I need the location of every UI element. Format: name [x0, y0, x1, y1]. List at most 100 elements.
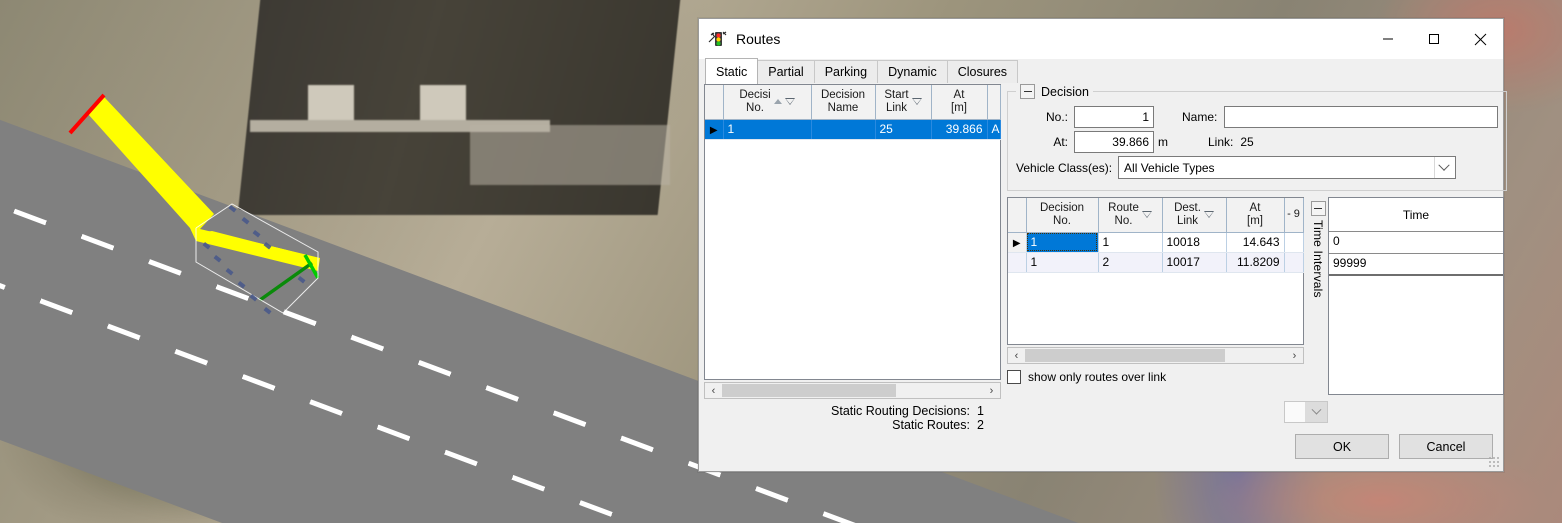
- time-intervals-grid[interactable]: Time 0 99999: [1328, 197, 1504, 395]
- col-start-link[interactable]: Start Link: [875, 85, 932, 120]
- status-summary: Static Routing Decisions: 1 Static Route…: [704, 404, 1001, 432]
- col-decision-no[interactable]: Decisi No.: [723, 85, 812, 120]
- chevron-down-icon[interactable]: [1434, 157, 1454, 178]
- cell-decision-name[interactable]: [811, 119, 876, 140]
- filter-funnel-icon[interactable]: [1141, 210, 1152, 219]
- status-routes-value: 2: [977, 418, 984, 432]
- decision-groupbox-title: Decision: [1041, 84, 1089, 99]
- time-intervals-combo-row: [1284, 401, 1504, 423]
- scroll-track[interactable]: [1025, 348, 1286, 363]
- decision-no-label: No.:: [1045, 110, 1068, 124]
- decision-detail-panel: Decision No.: Name: At: m Link: 25: [1007, 84, 1508, 432]
- resize-grip[interactable]: [1488, 456, 1500, 468]
- col-label-line2: [m]: [1247, 214, 1263, 227]
- decisions-grid-hscrollbar[interactable]: ‹ ›: [704, 382, 1001, 399]
- decisions-grid[interactable]: Decisi No. Decision Name Start Link At […: [704, 84, 1001, 380]
- collapse-time-intervals-button[interactable]: [1310, 201, 1326, 216]
- vehicle-class-row: Vehicle Class(es): All Vehicle Types: [1016, 156, 1498, 179]
- col-route-no[interactable]: Route No.: [1098, 198, 1163, 233]
- col-label-line1: - 9: [1287, 208, 1300, 221]
- cell-partial[interactable]: A: [987, 119, 1001, 140]
- cell-at-m[interactable]: 39.866: [931, 119, 988, 140]
- cell-route-no[interactable]: 2: [1098, 252, 1163, 273]
- routes-panel: Decision No. Route No. Dest. Link At [m]…: [1007, 197, 1304, 423]
- minimize-button[interactable]: [1365, 19, 1411, 59]
- show-only-routes-over-link-checkbox[interactable]: [1007, 370, 1021, 384]
- cell-decision-no[interactable]: 1: [723, 119, 812, 140]
- col-dest-link[interactable]: Dest. Link: [1162, 198, 1227, 233]
- time-intervals-combo[interactable]: [1284, 401, 1328, 423]
- cell-route-no[interactable]: 1: [1098, 232, 1163, 253]
- close-button[interactable]: [1457, 19, 1503, 59]
- routes-grid[interactable]: Decision No. Route No. Dest. Link At [m]…: [1007, 197, 1304, 345]
- cell-dest-link[interactable]: 10017: [1162, 252, 1227, 273]
- decision-at-input[interactable]: [1074, 131, 1154, 153]
- collapse-decision-button[interactable]: [1020, 84, 1035, 99]
- tab-partial[interactable]: Partial: [757, 60, 815, 84]
- col-at-m[interactable]: At [m]: [931, 85, 988, 120]
- filter-funnel-icon[interactable]: [1203, 210, 1214, 219]
- vehicle-class-label: Vehicle Class(es):: [1016, 160, 1113, 175]
- cell-decision-no[interactable]: 1: [1026, 232, 1099, 253]
- routes-grid-hscrollbar[interactable]: ‹ ›: [1007, 347, 1304, 364]
- row-marker: ▶: [1008, 232, 1027, 253]
- scroll-thumb[interactable]: [1025, 349, 1225, 362]
- tab-label: Closures: [957, 65, 1008, 79]
- maximize-button[interactable]: [1411, 19, 1457, 59]
- decision-groupbox: Decision No.: Name: At: m Link: 25: [1007, 84, 1508, 191]
- col-route-decision-no[interactable]: Decision No.: [1026, 198, 1099, 233]
- col-route-partial[interactable]: - 9: [1284, 198, 1304, 233]
- tab-static[interactable]: Static: [705, 58, 759, 84]
- tab-label: Partial: [768, 65, 804, 79]
- table-row[interactable]: 1 2 10017 11.8209: [1008, 252, 1304, 273]
- col-partial[interactable]: [987, 85, 1001, 120]
- row-marker-header: [1008, 198, 1027, 233]
- ok-button[interactable]: OK: [1295, 434, 1389, 459]
- sort-ascending-icon: [773, 99, 782, 105]
- dialog-buttons: OK Cancel: [1295, 434, 1493, 459]
- vehicle-class-select[interactable]: All Vehicle Types: [1118, 156, 1457, 179]
- vehicle-class-value: All Vehicle Types: [1124, 160, 1215, 175]
- filter-funnel-icon[interactable]: [911, 97, 922, 106]
- time-intervals-panel: Time Intervals Time 0 99999: [1284, 197, 1504, 423]
- decisions-grid-header: Decisi No. Decision Name Start Link At […: [705, 85, 1001, 120]
- scroll-left-arrow[interactable]: ‹: [1008, 350, 1025, 362]
- col-label-line2: No.: [746, 101, 764, 114]
- tab-parking[interactable]: Parking: [813, 60, 879, 84]
- scroll-right-arrow[interactable]: ›: [983, 385, 1000, 397]
- dialog-titlebar[interactable]: Routes: [699, 19, 1503, 59]
- tab-closures[interactable]: Closures: [946, 60, 1019, 84]
- tab-label: Parking: [824, 65, 868, 79]
- show-only-routes-over-link-label: show only routes over link: [1028, 370, 1167, 384]
- table-row[interactable]: ▶ 1 25 39.866 A: [705, 119, 1001, 140]
- scroll-thumb[interactable]: [722, 384, 896, 397]
- col-label-line2: No.: [1114, 214, 1133, 227]
- tab-dynamic[interactable]: Dynamic: [877, 60, 948, 84]
- cancel-button[interactable]: Cancel: [1399, 434, 1493, 459]
- scroll-left-arrow[interactable]: ‹: [705, 385, 722, 397]
- cell-partial[interactable]: [1284, 232, 1304, 253]
- filter-funnel-icon[interactable]: [784, 97, 795, 106]
- time-intervals-sidebar: Time Intervals: [1308, 197, 1328, 423]
- col-route-at-m[interactable]: At [m]: [1226, 198, 1285, 233]
- decision-groupbox-legend: Decision: [1016, 84, 1093, 99]
- cell-partial[interactable]: [1284, 252, 1304, 273]
- col-label-line1: Decisi: [739, 88, 771, 101]
- chevron-down-icon[interactable]: [1305, 402, 1327, 422]
- cell-at-m[interactable]: 11.8209: [1226, 252, 1285, 273]
- cell-dest-link[interactable]: 10018: [1162, 232, 1227, 253]
- cell-at-m[interactable]: 14.643: [1226, 232, 1285, 253]
- time-row[interactable]: 99999: [1329, 254, 1503, 276]
- decision-name-input[interactable]: [1224, 106, 1499, 128]
- table-row[interactable]: ▶ 1 1 10018 14.643: [1008, 232, 1304, 253]
- decision-no-input[interactable]: [1074, 106, 1154, 128]
- col-label-line1: At: [1249, 201, 1261, 214]
- time-row[interactable]: 0: [1329, 232, 1503, 254]
- cell-start-link[interactable]: 25: [875, 119, 932, 140]
- scroll-right-arrow[interactable]: ›: [1286, 350, 1303, 362]
- scroll-track[interactable]: [722, 383, 983, 398]
- cell-decision-no[interactable]: 1: [1026, 252, 1099, 273]
- decision-at-label: At:: [1053, 135, 1068, 149]
- row-marker: [1008, 252, 1027, 273]
- col-decision-name[interactable]: Decision Name: [811, 85, 876, 120]
